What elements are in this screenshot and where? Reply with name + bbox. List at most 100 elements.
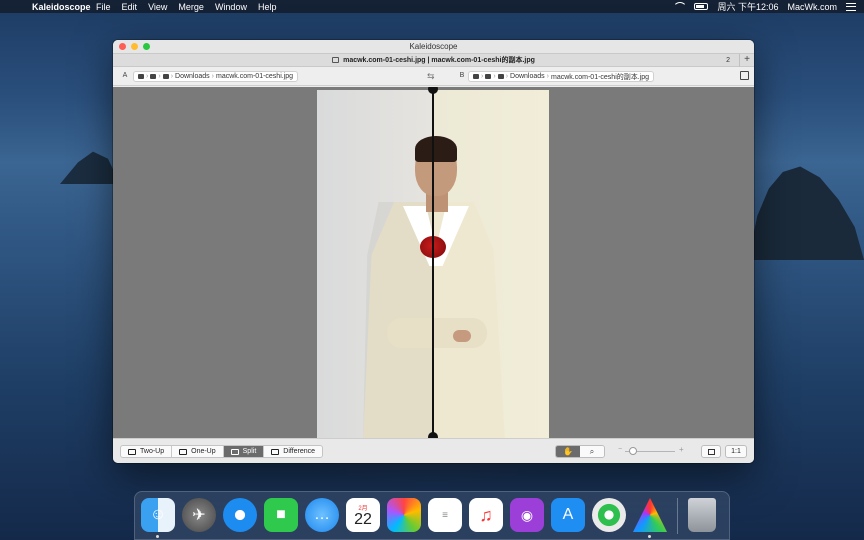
chevron-right-icon: › (481, 73, 484, 80)
path-a-file[interactable]: macwk.com-01-ceshi.jpg (216, 73, 293, 80)
chevron-right-icon: › (170, 73, 174, 80)
running-indicator (648, 535, 651, 538)
calendar-day: 22 (354, 510, 372, 528)
chevron-right-icon: › (158, 73, 161, 80)
one-up-label: One-Up (191, 448, 216, 455)
photo-figure-hand (453, 330, 471, 342)
battery-icon[interactable] (694, 3, 709, 10)
path-a-folder[interactable]: Downloads (175, 73, 210, 80)
difference-icon (271, 448, 280, 455)
kaleidoscope-icon[interactable] (633, 498, 667, 532)
facetime-icon[interactable]: ■ (264, 498, 298, 532)
tab-count-badge[interactable]: 2 (726, 57, 730, 64)
chevron-right-icon: › (493, 73, 496, 80)
two-up-button[interactable]: Two-Up (121, 446, 173, 457)
side-a-label: A (122, 72, 128, 79)
control-center-icon[interactable] (846, 2, 856, 11)
podcasts-icon[interactable]: ◉ (510, 498, 544, 532)
view-mode-segmented-control: Two-Up One-Up Split Difference (120, 445, 324, 458)
menu-site-label[interactable]: MacWk.com (788, 2, 838, 12)
path-b-breadcrumb[interactable]: › › › Downloads › macwk.com-01-ceshi的副本.… (468, 71, 655, 82)
chevron-right-icon: › (146, 73, 149, 80)
disk-icon (138, 74, 144, 79)
new-tab-button[interactable]: + (739, 54, 754, 67)
image-compare-viewer[interactable] (113, 87, 754, 438)
difference-button[interactable]: Difference (264, 446, 322, 457)
dock-separator (677, 498, 678, 534)
traffic-lights (119, 43, 150, 50)
actual-size-button[interactable]: 1:1 (725, 445, 747, 458)
split-button[interactable]: Split (223, 446, 265, 457)
photo-figure-arms (387, 318, 487, 348)
split-label: Split (242, 448, 257, 455)
menu-window[interactable]: Window (209, 2, 252, 12)
tab-active[interactable]: macwk.com-01-ceshi.jpg | macwk.com-01-ce… (113, 55, 754, 65)
disk-icon (473, 74, 479, 79)
one-up-icon (179, 448, 188, 455)
zoom-out-icon[interactable]: − (618, 446, 622, 453)
path-a-breadcrumb[interactable]: › › › Downloads › macwk.com-01-ceshi.jpg (133, 71, 299, 82)
swap-sides-icon[interactable]: ⇆ (427, 71, 435, 82)
menu-edit[interactable]: Edit (116, 2, 143, 12)
chevron-right-icon: › (505, 73, 509, 80)
folder-icon (497, 74, 504, 79)
app-store-icon[interactable]: A (551, 498, 585, 532)
photo-figure-hair (415, 136, 457, 162)
split-divider[interactable] (432, 87, 434, 438)
minimize-button[interactable] (131, 43, 138, 50)
two-up-icon (128, 448, 136, 455)
window-titlebar[interactable]: Kaleidoscope (113, 40, 754, 53)
fit-icon (707, 448, 715, 455)
close-button[interactable] (119, 43, 126, 50)
wifi-icon[interactable] (673, 2, 688, 11)
one-up-button[interactable]: One-Up (172, 446, 224, 457)
bottom-toolbar: Two-Up One-Up Split Difference ✋ ⌕ − + 1… (113, 438, 754, 463)
path-bar: A › › › Downloads › macwk.com-01-ceshi.j… (113, 67, 754, 86)
hand-tool-button[interactable]: ✋ (556, 446, 580, 457)
tool-segmented-control: ✋ ⌕ (555, 445, 605, 458)
magnify-tool-button[interactable]: ⌕ (580, 446, 604, 457)
tab-title: macwk.com-01-ceshi.jpg | macwk.com-01-ce… (343, 57, 535, 64)
menu-merge[interactable]: Merge (173, 2, 210, 12)
two-up-label: Two-Up (140, 448, 165, 455)
path-b-file[interactable]: macwk.com-01-ceshi的副本.jpg (551, 72, 649, 82)
difference-label: Difference (283, 448, 316, 455)
zoom-button[interactable] (143, 43, 150, 50)
folder-icon (485, 74, 492, 79)
chevron-right-icon: › (546, 73, 550, 80)
menu-file[interactable]: File (91, 2, 117, 12)
kaleidoscope-window: Kaleidoscope macwk.com-01-ceshi.jpg | ma… (113, 40, 754, 463)
zoom-slider-knob[interactable] (629, 447, 637, 455)
dock: ☺ ✈ ■ … 2月 22 ≡ ♫ ◉ A (134, 491, 730, 540)
find-my-icon[interactable] (592, 498, 626, 532)
menu-help[interactable]: Help (252, 2, 282, 12)
calendar-icon[interactable]: 2月 22 (346, 498, 380, 532)
safari-icon[interactable] (223, 498, 257, 532)
window-title: Kaleidoscope (409, 42, 458, 51)
running-indicator (156, 535, 159, 538)
menu-status-area: 周六 下午12:06 MacWk.com (673, 0, 864, 13)
sidebar-toggle-icon[interactable] (740, 71, 749, 80)
zoom-in-icon[interactable]: + (679, 445, 684, 454)
finder-icon[interactable]: ☺ (141, 498, 175, 532)
hand-icon: ✋ (563, 447, 573, 456)
launchpad-icon[interactable]: ✈ (182, 498, 216, 532)
messages-icon[interactable]: … (305, 498, 339, 532)
music-icon[interactable]: ♫ (469, 498, 503, 532)
chevron-right-icon: › (211, 73, 215, 80)
wallpaper-island-left (60, 151, 120, 184)
magnifier-icon: ⌕ (589, 446, 595, 456)
reminders-icon[interactable]: ≡ (428, 498, 462, 532)
fit-to-window-button[interactable] (701, 445, 721, 458)
menu-app-name[interactable]: Kaleidoscope (22, 2, 91, 12)
path-b-folder[interactable]: Downloads (510, 73, 545, 80)
menu-view[interactable]: View (143, 2, 173, 12)
image-doc-icon (332, 57, 340, 63)
folder-icon (162, 74, 169, 79)
folder-icon (150, 74, 157, 79)
side-b-label: B (459, 72, 465, 79)
menu-bar: Kaleidoscope File Edit View Merge Window… (0, 0, 864, 13)
trash-icon[interactable] (688, 498, 716, 532)
photos-icon[interactable] (387, 498, 421, 532)
menu-clock[interactable]: 周六 下午12:06 (717, 0, 778, 13)
